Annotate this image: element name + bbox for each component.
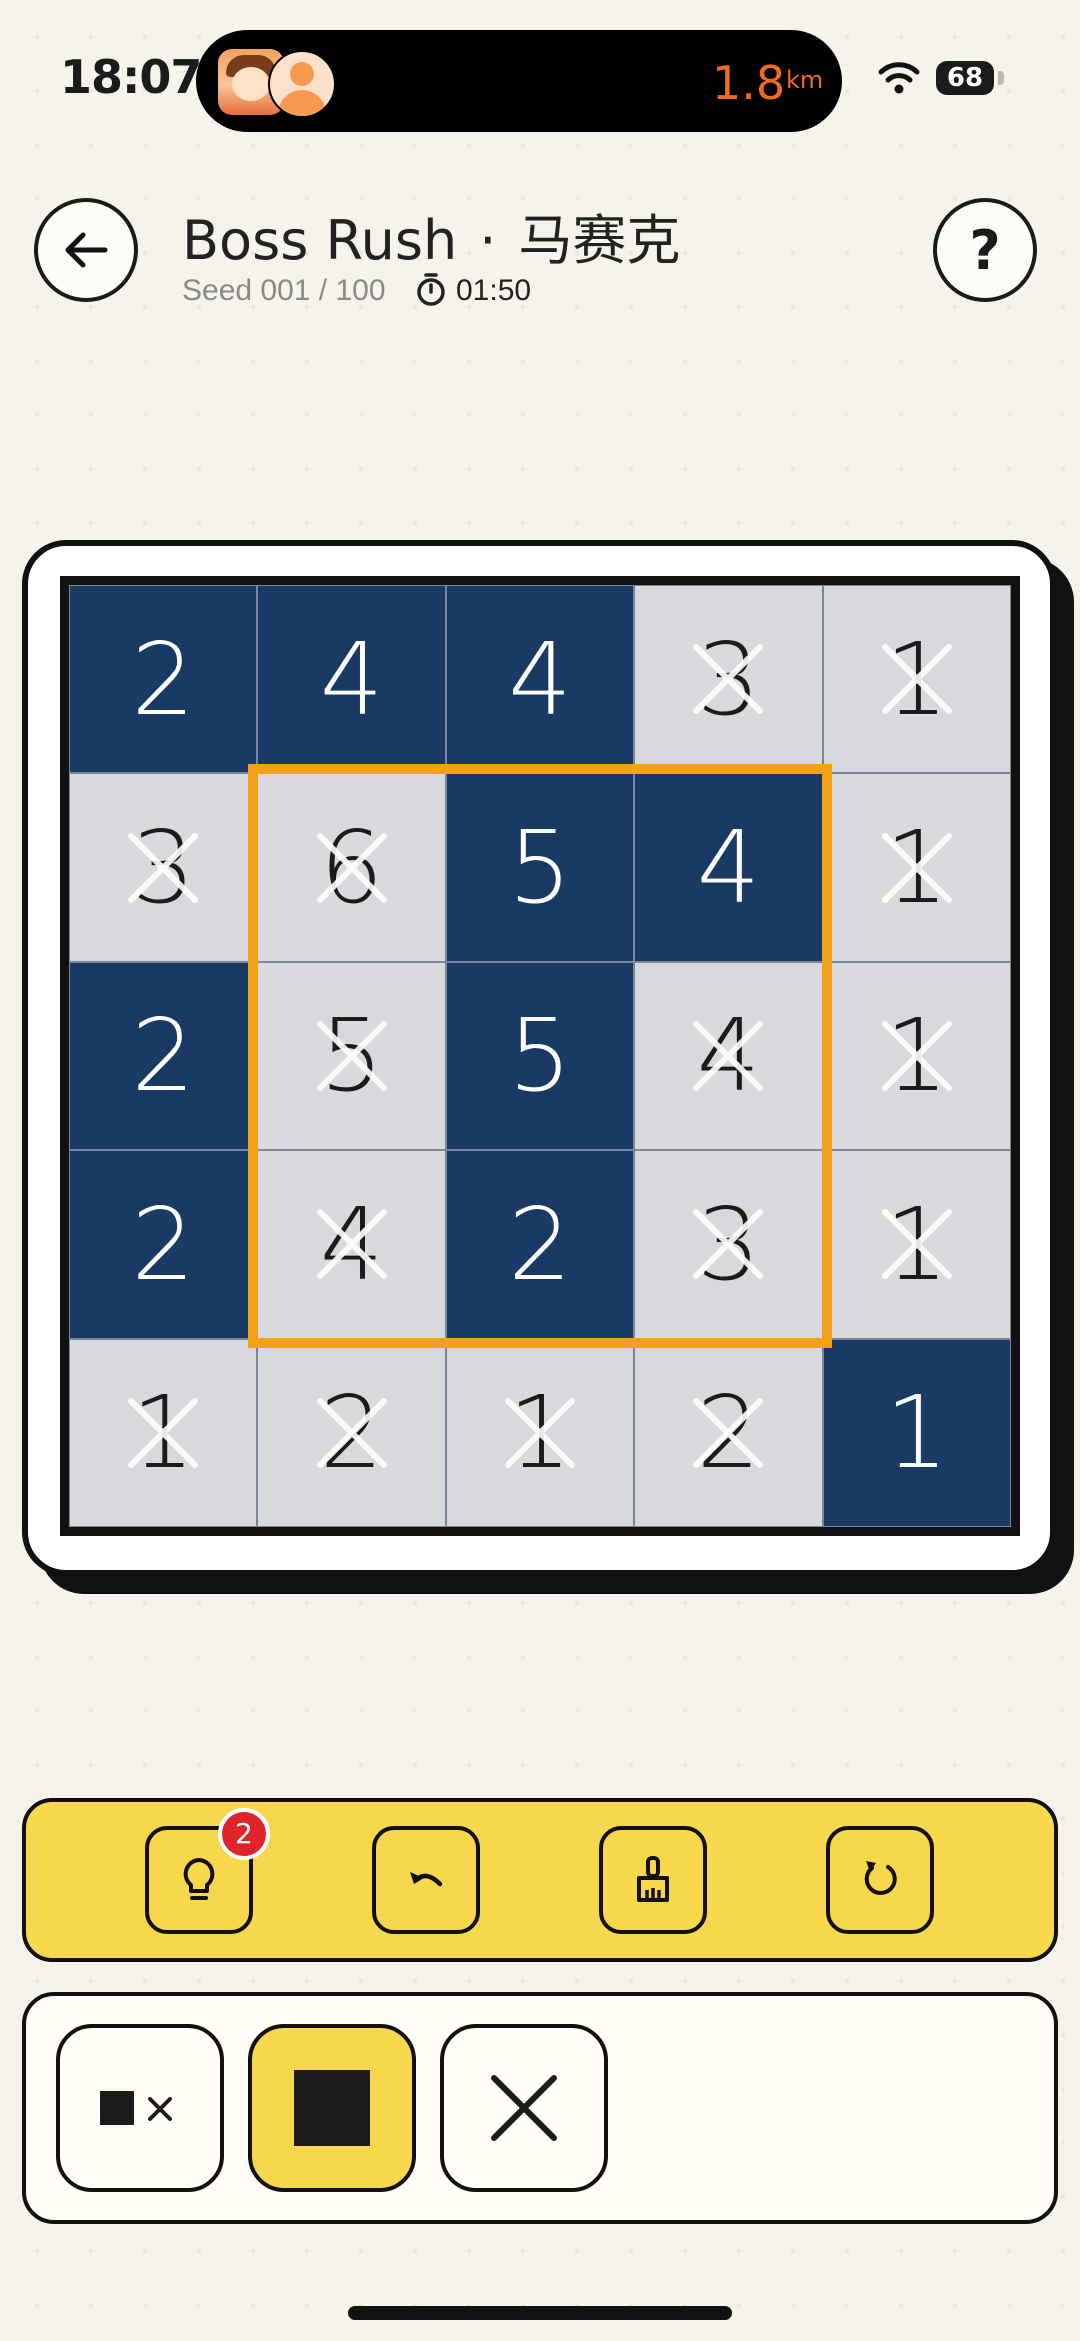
grid-cell[interactable]: 4 xyxy=(634,961,823,1151)
puzzle-grid: 2 4 4 3 1 3 6 5 4 1 2 5 5 4 1 2 4 2 3 1 1 2 1 2 1 xyxy=(60,576,1020,1536)
distance-value: 1.8 xyxy=(712,56,786,110)
grid-cell[interactable]: 2 xyxy=(445,1150,635,1339)
cell-number: 5 xyxy=(508,809,572,927)
grid-cell[interactable]: 2 xyxy=(68,584,258,774)
undo-icon xyxy=(410,1872,443,1887)
cell-number: 2 xyxy=(131,620,195,738)
lightbulb-icon xyxy=(183,1858,215,1900)
cell-number: 2 xyxy=(319,1374,384,1492)
grid-cell[interactable]: 3 xyxy=(634,1150,823,1339)
cell-number: 1 xyxy=(884,620,949,738)
stopwatch-icon xyxy=(417,273,445,306)
cell-number: 3 xyxy=(696,1185,761,1303)
grid-cell[interactable]: 3 xyxy=(634,584,823,774)
grid-cell[interactable]: 4 xyxy=(257,584,446,774)
grid-cell[interactable]: 1 xyxy=(822,961,1011,1151)
cell-number: 3 xyxy=(131,809,195,927)
grid-cell[interactable]: 3 xyxy=(68,773,258,962)
question-icon: ? xyxy=(969,218,1001,282)
cell-number: 4 xyxy=(508,620,572,738)
grid-cell[interactable]: 2 xyxy=(634,1338,823,1527)
cell-number: 2 xyxy=(696,1374,761,1492)
grid-cell[interactable]: 1 xyxy=(822,773,1011,962)
grid-cell[interactable]: 2 xyxy=(68,1150,258,1339)
cell-number: 2 xyxy=(131,997,195,1115)
cell-number: 4 xyxy=(319,1185,384,1303)
square-cross-icon xyxy=(100,2091,172,2125)
cell-number: 5 xyxy=(508,997,572,1115)
grid-cell[interactable]: 4 xyxy=(634,773,823,962)
hint-count-badge: 2 xyxy=(218,1808,270,1860)
restart-icon xyxy=(864,1861,897,1895)
seed-label: Seed 001 / 100 xyxy=(182,274,386,307)
cell-number: 2 xyxy=(131,1185,195,1303)
grid-cell[interactable]: 5 xyxy=(445,961,635,1151)
cell-number: 4 xyxy=(319,620,384,738)
fill-mode-button[interactable] xyxy=(248,2024,416,2192)
restart-button[interactable] xyxy=(826,1826,934,1934)
filled-square-icon xyxy=(294,2070,370,2146)
cell-number: 5 xyxy=(319,997,384,1115)
arrow-left-icon xyxy=(65,232,108,268)
grid-cell[interactable]: 4 xyxy=(257,1150,446,1339)
help-button[interactable]: ? xyxy=(933,198,1037,302)
wifi-icon xyxy=(878,62,920,94)
cell-number: 4 xyxy=(696,809,761,927)
timer-value: 01:50 xyxy=(456,274,532,307)
cell-number: 6 xyxy=(319,809,384,927)
back-button[interactable] xyxy=(34,198,138,302)
cell-number: 2 xyxy=(508,1185,572,1303)
page-title: Boss Rush · 马赛克 xyxy=(182,196,680,275)
cell-number: 4 xyxy=(696,997,761,1115)
grid-cell[interactable]: 2 xyxy=(68,961,258,1151)
cell-number: 1 xyxy=(884,809,949,927)
brush-icon xyxy=(637,1856,669,1902)
cell-number: 1 xyxy=(884,1185,949,1303)
grid-cell[interactable]: 6 xyxy=(257,773,446,962)
battery-indicator: 68 xyxy=(936,61,994,95)
title-en: Boss Rush xyxy=(182,209,458,272)
distance-unit: km xyxy=(786,66,824,94)
cell-number: 1 xyxy=(508,1374,572,1492)
home-indicator xyxy=(348,2306,732,2320)
grid-cell[interactable]: 1 xyxy=(822,584,1011,774)
grid-cell[interactable]: 5 xyxy=(257,961,446,1151)
cross-mode-button[interactable] xyxy=(440,2024,608,2192)
cell-number: 1 xyxy=(884,1374,949,1492)
grid-cell[interactable]: 1 xyxy=(445,1338,635,1527)
cell-number: 1 xyxy=(131,1374,195,1492)
cross-icon xyxy=(491,2075,557,2141)
grid-cell[interactable]: 5 xyxy=(445,773,635,962)
battery-tip xyxy=(998,71,1004,85)
title-cn: 马赛克 xyxy=(518,209,681,272)
grid-cell[interactable]: 1 xyxy=(68,1338,258,1527)
grid-cell[interactable]: 4 xyxy=(445,584,635,774)
title-separator: · xyxy=(479,209,497,272)
status-time: 18:07 xyxy=(60,50,202,104)
cell-number: 1 xyxy=(884,997,949,1115)
grid-cell[interactable]: 1 xyxy=(822,1150,1011,1339)
fill-and-cross-mode-button[interactable] xyxy=(56,2024,224,2192)
avatar-user-icon xyxy=(268,50,336,118)
undo-button[interactable] xyxy=(372,1826,480,1934)
cell-number: 3 xyxy=(696,620,761,738)
clear-button[interactable] xyxy=(599,1826,707,1934)
grid-cell[interactable]: 2 xyxy=(257,1338,446,1527)
grid-cell[interactable]: 1 xyxy=(822,1338,1011,1527)
